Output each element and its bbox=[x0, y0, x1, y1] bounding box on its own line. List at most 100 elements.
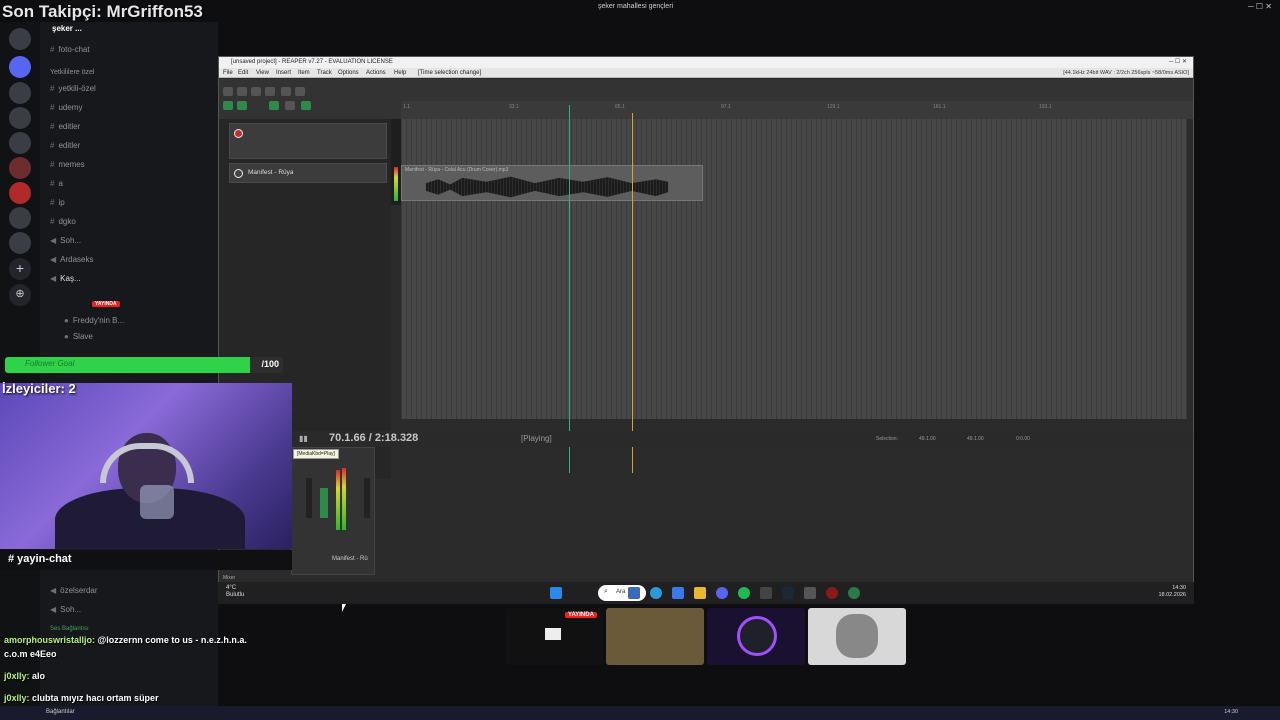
menu-insert[interactable]: Insert bbox=[276, 70, 291, 76]
server-icon[interactable] bbox=[9, 157, 31, 179]
menu-track[interactable]: Track bbox=[317, 70, 332, 76]
settings-icon[interactable] bbox=[265, 87, 275, 96]
arrange-view[interactable]: Manifest - Rüya - Celal Acu (Drum Cover)… bbox=[401, 119, 1187, 419]
menu-file[interactable]: File bbox=[223, 70, 233, 76]
voice-user[interactable]: ● Freddy'nin B... bbox=[64, 316, 124, 325]
edge-icon[interactable] bbox=[650, 587, 662, 599]
channel-item[interactable]: # ip bbox=[50, 198, 65, 207]
weather-widget[interactable]: 4°C Bulutlu bbox=[226, 585, 244, 599]
voice-user[interactable]: ● Slave bbox=[64, 332, 93, 341]
menu-view[interactable]: View bbox=[256, 70, 269, 76]
server-icon[interactable] bbox=[9, 82, 31, 104]
reaper-taskbar-icon[interactable] bbox=[804, 587, 816, 599]
server-icon[interactable] bbox=[9, 56, 31, 78]
clock-time: 14:30 bbox=[1172, 585, 1186, 591]
folder-icon[interactable] bbox=[694, 587, 706, 599]
volume-fader[interactable] bbox=[306, 478, 312, 518]
chrome-icon[interactable] bbox=[848, 587, 860, 599]
pause-icon[interactable]: ▮▮ bbox=[299, 434, 308, 443]
windows-start-icon[interactable] bbox=[550, 587, 562, 599]
grid-icon[interactable] bbox=[223, 101, 233, 110]
master-track[interactable] bbox=[229, 123, 387, 159]
server-icon[interactable] bbox=[9, 28, 31, 50]
hash-icon: # bbox=[50, 141, 55, 150]
selection-length[interactable]: 0:0.00 bbox=[1016, 436, 1030, 442]
menu-edit[interactable]: Edit bbox=[238, 70, 248, 76]
voice-channel-item[interactable]: ◀ Ardaseks bbox=[50, 255, 94, 264]
track-row[interactable]: Manifest - Rüya bbox=[229, 163, 387, 183]
channel-item[interactable]: # a bbox=[50, 179, 63, 188]
menu-item[interactable]: Item bbox=[298, 70, 310, 76]
chat-text: alo bbox=[32, 671, 46, 681]
taskbar-clock[interactable]: 14:30 18.02.2026 bbox=[1158, 585, 1186, 599]
media-item[interactable]: Manifest - Rüya - Celal Acu (Drum Cover)… bbox=[401, 165, 703, 201]
mixer-label[interactable]: Mixer bbox=[223, 575, 235, 581]
channel-item[interactable]: # editler bbox=[50, 122, 80, 131]
server-name[interactable]: şeker ... bbox=[52, 24, 82, 33]
audio-device-status[interactable]: [44.1kHz 24bit WAV : 2/2ch 256spls ~58/0… bbox=[1063, 70, 1189, 76]
menu-options[interactable]: Options bbox=[338, 70, 359, 76]
explore-icon[interactable]: ⊕ bbox=[9, 284, 31, 306]
channel-item[interactable]: # yetkili-özel bbox=[50, 84, 96, 93]
connections-label[interactable]: Bağlantılar bbox=[46, 709, 75, 715]
menu-help[interactable]: Help bbox=[394, 70, 406, 76]
undo-icon[interactable] bbox=[281, 87, 291, 96]
reaper-window: [unsaved project] - REAPER v7.27 - EVALU… bbox=[218, 56, 1194, 604]
menu-actions[interactable]: Actions bbox=[366, 70, 386, 76]
track-name[interactable]: Manifest - Rüya bbox=[248, 169, 294, 176]
obs-icon[interactable] bbox=[826, 587, 838, 599]
ripple-icon[interactable] bbox=[269, 101, 279, 110]
selection-start[interactable]: 49.1.00 bbox=[919, 436, 936, 442]
search-label: Ara bbox=[616, 589, 626, 595]
viewer-count: İzleyiciler: 2 bbox=[2, 381, 76, 396]
grouping-icon[interactable] bbox=[285, 101, 295, 110]
server-icon[interactable] bbox=[9, 232, 31, 254]
redo-icon[interactable] bbox=[295, 87, 305, 96]
voice-channel-item[interactable]: ◀ Kaş... bbox=[50, 274, 81, 283]
channel-item[interactable]: # dgko bbox=[50, 217, 76, 226]
save-project-icon[interactable] bbox=[251, 87, 261, 96]
server-icon[interactable] bbox=[9, 207, 31, 229]
hash-icon: # bbox=[50, 179, 55, 188]
channel-item[interactable]: # memes bbox=[50, 160, 85, 169]
os-clock[interactable]: 14:30 bbox=[1224, 709, 1238, 715]
channel-item[interactable]: # foto-chat bbox=[50, 45, 90, 54]
stream-thumbnail[interactable]: YAYINDA bbox=[505, 608, 603, 665]
hash-icon: # bbox=[50, 217, 55, 226]
window-controls[interactable]: ─ ☐ ✕ bbox=[1248, 2, 1272, 11]
channel-item[interactable]: # editler bbox=[50, 141, 80, 150]
stream-thumbnail[interactable] bbox=[707, 608, 805, 665]
follower-goal-bar: Follower Goal /100 bbox=[5, 357, 283, 373]
task-view-icon[interactable] bbox=[628, 587, 640, 599]
record-arm-button[interactable] bbox=[234, 129, 243, 138]
fx-button[interactable] bbox=[320, 488, 328, 518]
loop-icon[interactable] bbox=[301, 101, 311, 110]
selection-end[interactable]: 49.1.00 bbox=[967, 436, 984, 442]
selection-label: Selection: bbox=[876, 436, 898, 442]
store-icon[interactable] bbox=[672, 587, 684, 599]
reaper-menubar: File Edit View Insert Item Track Options… bbox=[219, 68, 1193, 78]
voice-channel-item[interactable]: ◀ Soh... bbox=[50, 605, 81, 614]
record-arm-button[interactable] bbox=[234, 169, 243, 178]
new-project-icon[interactable] bbox=[223, 87, 233, 96]
server-icon[interactable] bbox=[9, 107, 31, 129]
steam-icon[interactable] bbox=[782, 587, 794, 599]
add-server-icon[interactable]: + bbox=[9, 258, 31, 280]
voice-channel-item[interactable]: ◀ özelserdar bbox=[50, 586, 98, 595]
channel-category[interactable]: Yetkililere özel bbox=[50, 69, 95, 76]
channel-item[interactable]: # udemy bbox=[50, 103, 82, 112]
window-controls[interactable]: ─ ☐ ✕ bbox=[1169, 58, 1187, 65]
notion-icon[interactable] bbox=[760, 587, 772, 599]
discord-icon[interactable] bbox=[716, 587, 728, 599]
server-icon[interactable] bbox=[9, 132, 31, 154]
stream-thumbnail[interactable] bbox=[808, 608, 906, 665]
server-icon[interactable] bbox=[9, 182, 31, 204]
open-project-icon[interactable] bbox=[237, 87, 247, 96]
volume-fader[interactable] bbox=[364, 478, 370, 518]
voice-channel-item[interactable]: ◀ Soh... bbox=[50, 236, 81, 245]
snap-icon[interactable] bbox=[237, 101, 247, 110]
stream-thumbnail[interactable] bbox=[606, 608, 704, 665]
spotify-icon[interactable] bbox=[738, 587, 750, 599]
playhead[interactable] bbox=[632, 113, 633, 473]
timeline-ruler[interactable]: 1.1 33.1 65.1 97.1 129.1 161.1 193.1 bbox=[401, 101, 1193, 119]
